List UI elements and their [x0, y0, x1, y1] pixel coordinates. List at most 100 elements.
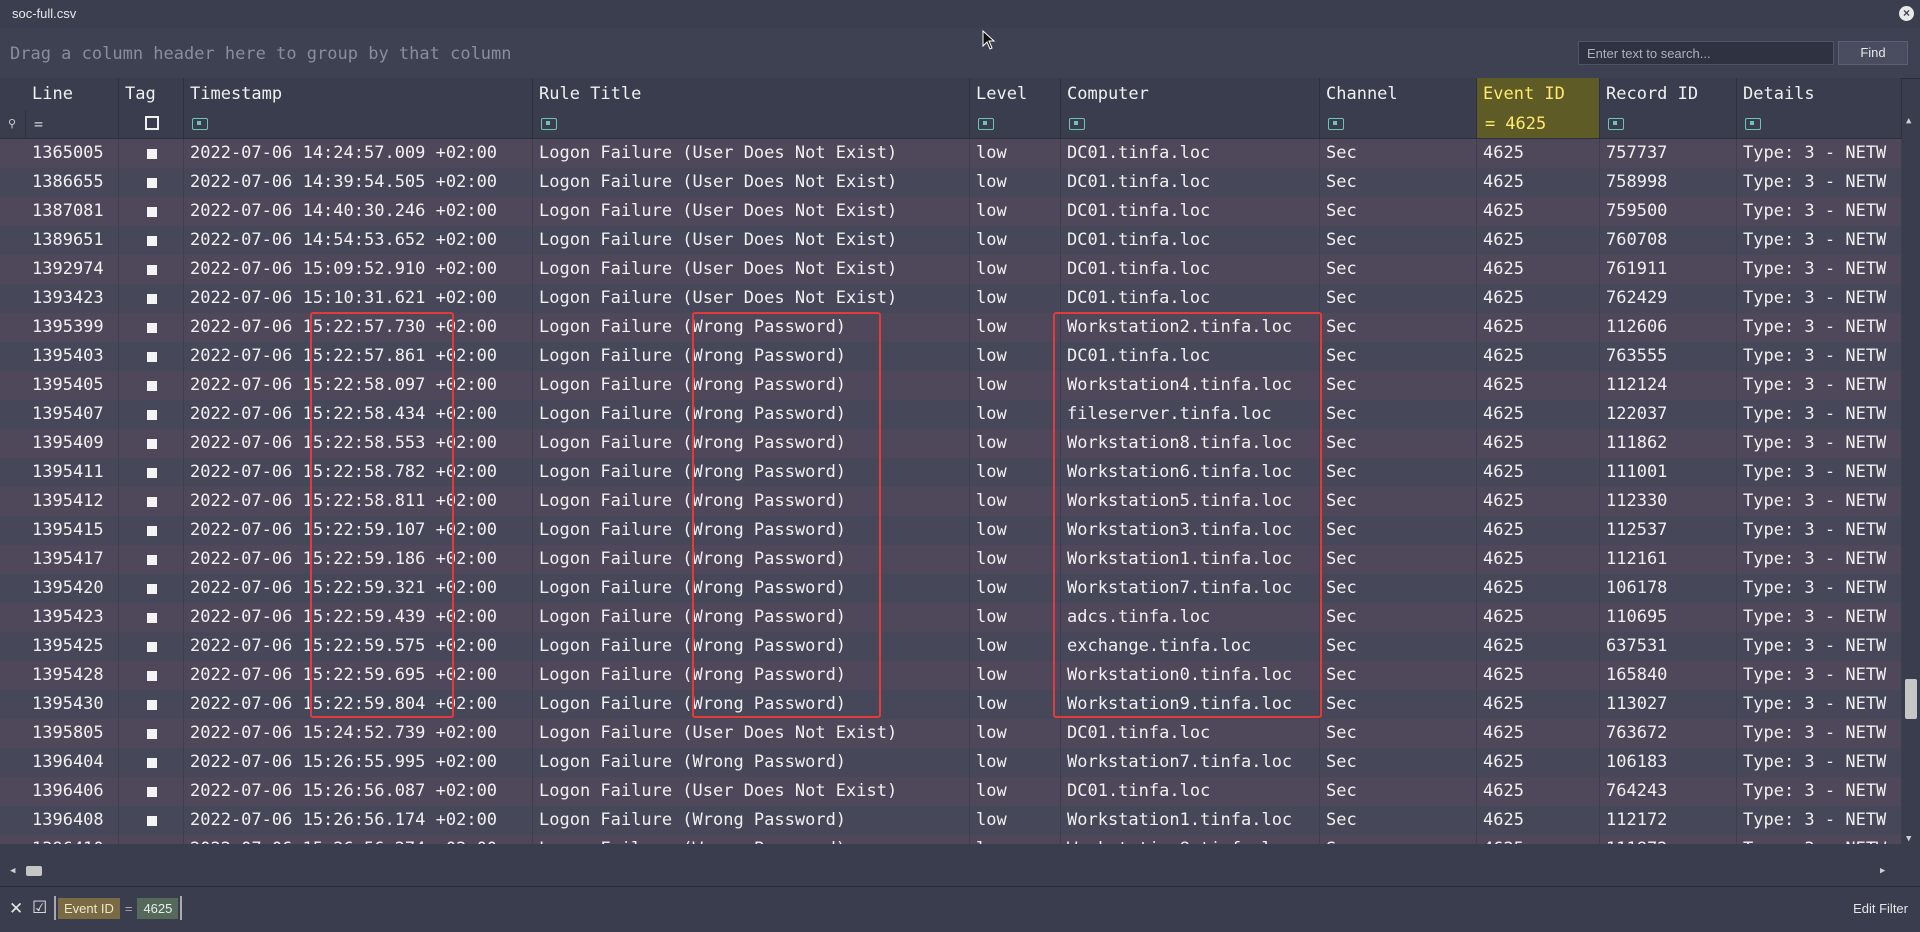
group-by-panel[interactable]: Drag a column header here to group by th… — [0, 28, 1920, 79]
vertical-scrollbar[interactable]: ▲ ▼ — [1902, 108, 1920, 846]
tag-checkbox-icon[interactable] — [147, 729, 157, 739]
filter-cell-event-id[interactable]: = 4625 — [1477, 110, 1600, 138]
row-indicator[interactable] — [0, 835, 26, 844]
row-indicator[interactable] — [0, 545, 26, 574]
search-input[interactable] — [1578, 41, 1834, 65]
filter-cell-rule-title[interactable] — [533, 110, 970, 138]
cell-tag[interactable] — [119, 835, 184, 844]
pin-icon[interactable]: ⚲ — [0, 110, 26, 138]
cell-tag[interactable] — [119, 574, 184, 603]
edit-filter-link[interactable]: Edit Filter — [1853, 901, 1908, 916]
cell-tag[interactable] — [119, 690, 184, 719]
table-row[interactable]: 1395403 2022-07-06 15:22:57.861 +02:00 Log… — [0, 342, 1902, 371]
row-indicator[interactable] — [0, 748, 26, 777]
cell-tag[interactable] — [119, 661, 184, 690]
cell-tag[interactable] — [119, 168, 184, 197]
table-row[interactable]: 1395423 2022-07-06 15:22:59.439 +02:00 Log… — [0, 603, 1902, 632]
filter-cell-record-id[interactable] — [1600, 110, 1737, 138]
cell-tag[interactable] — [119, 487, 184, 516]
row-indicator[interactable] — [0, 690, 26, 719]
cell-tag[interactable] — [119, 226, 184, 255]
filter-cell-computer[interactable] — [1061, 110, 1320, 138]
tag-checkbox-icon[interactable] — [147, 497, 157, 507]
table-row[interactable]: 1395411 2022-07-06 15:22:58.782 +02:00 Log… — [0, 458, 1902, 487]
row-indicator[interactable] — [0, 458, 26, 487]
row-indicator[interactable] — [0, 284, 26, 313]
table-row[interactable]: 1395430 2022-07-06 15:22:59.804 +02:00 Log… — [0, 690, 1902, 719]
row-indicator[interactable] — [0, 168, 26, 197]
table-row[interactable]: 1395428 2022-07-06 15:22:59.695 +02:00 Log… — [0, 661, 1902, 690]
cell-tag[interactable] — [119, 284, 184, 313]
tag-checkbox-icon[interactable] — [147, 584, 157, 594]
find-button[interactable]: Find — [1838, 41, 1908, 65]
tag-checkbox-icon[interactable] — [147, 468, 157, 478]
filter-condition-icon[interactable] — [978, 118, 994, 130]
scroll-up-icon[interactable]: ▲ — [1906, 116, 1911, 126]
row-indicator[interactable] — [0, 487, 26, 516]
table-row[interactable]: 1395415 2022-07-06 15:22:59.107 +02:00 Log… — [0, 516, 1902, 545]
table-row[interactable]: 1395399 2022-07-06 15:22:57.730 +02:00 Log… — [0, 313, 1902, 342]
column-header-tag[interactable]: Tag — [119, 78, 184, 110]
row-indicator[interactable] — [0, 255, 26, 284]
row-indicator[interactable] — [0, 313, 26, 342]
row-indicator[interactable] — [0, 632, 26, 661]
filter-cell-level[interactable] — [970, 110, 1061, 138]
filter-cell-details[interactable] — [1737, 110, 1902, 138]
cell-tag[interactable] — [119, 458, 184, 487]
tag-checkbox-icon[interactable] — [147, 410, 157, 420]
table-row[interactable]: 1396408 2022-07-06 15:26:56.174 +02:00 Log… — [0, 806, 1902, 835]
row-indicator[interactable] — [0, 139, 26, 168]
vertical-scroll-thumb[interactable] — [1905, 679, 1917, 719]
cell-tag[interactable] — [119, 342, 184, 371]
table-row[interactable]: 1395805 2022-07-06 15:24:52.739 +02:00 Log… — [0, 719, 1902, 748]
scroll-left-icon[interactable]: ◀ — [10, 863, 15, 879]
filter-cell-channel[interactable] — [1320, 110, 1477, 138]
column-header-level[interactable]: Level — [970, 78, 1061, 110]
tag-checkbox-icon[interactable] — [147, 381, 157, 391]
tag-checkbox-icon[interactable] — [147, 207, 157, 217]
table-row[interactable]: 1395412 2022-07-06 15:22:58.811 +02:00 Log… — [0, 487, 1902, 516]
tag-checkbox-icon[interactable] — [147, 555, 157, 565]
column-header-computer[interactable]: Computer — [1061, 78, 1320, 110]
tag-checkbox-icon[interactable] — [147, 439, 157, 449]
row-indicator[interactable] — [0, 661, 26, 690]
column-header-line[interactable]: Line — [26, 78, 119, 110]
cell-tag[interactable] — [119, 516, 184, 545]
cell-tag[interactable] — [119, 777, 184, 806]
row-indicator[interactable] — [0, 806, 26, 835]
table-row[interactable]: 1396404 2022-07-06 15:26:55.995 +02:00 Log… — [0, 748, 1902, 777]
row-indicator[interactable] — [0, 197, 26, 226]
row-indicator[interactable] — [0, 574, 26, 603]
cell-tag[interactable] — [119, 400, 184, 429]
tag-checkbox-icon[interactable] — [147, 178, 157, 188]
tag-checkbox-icon[interactable] — [147, 149, 157, 159]
tag-checkbox-icon[interactable] — [147, 758, 157, 768]
row-indicator[interactable] — [0, 516, 26, 545]
table-row[interactable]: 1395407 2022-07-06 15:22:58.434 +02:00 Log… — [0, 400, 1902, 429]
clear-filter-icon[interactable]: ✕ — [9, 899, 23, 919]
scroll-right-icon[interactable]: ▶ — [1880, 863, 1885, 879]
filter-condition-icon[interactable] — [192, 118, 208, 130]
row-indicator[interactable] — [0, 371, 26, 400]
table-row[interactable]: 1387081 2022-07-06 14:40:30.246 +02:00 Log… — [0, 197, 1902, 226]
cell-tag[interactable] — [119, 806, 184, 835]
table-row[interactable]: 1395409 2022-07-06 15:22:58.553 +02:00 Log… — [0, 429, 1902, 458]
tag-checkbox-icon[interactable] — [147, 642, 157, 652]
tag-filter-checkbox-icon[interactable] — [145, 116, 159, 130]
table-row[interactable]: 1396410 2022-07-06 15:26:56.274 +02:00Log… — [0, 835, 1902, 844]
filter-condition-icon[interactable] — [1608, 118, 1624, 130]
filter-condition-icon[interactable] — [1069, 118, 1085, 130]
filter-cell-timestamp[interactable] — [184, 110, 533, 138]
tag-checkbox-icon[interactable] — [147, 613, 157, 623]
column-header-event-id[interactable]: Event ID — [1477, 78, 1600, 110]
table-row[interactable]: 1395405 2022-07-06 15:22:58.097 +02:00 Log… — [0, 371, 1902, 400]
table-row[interactable]: 1386655 2022-07-06 14:39:54.505 +02:00 Log… — [0, 168, 1902, 197]
table-row[interactable]: 1395425 2022-07-06 15:22:59.575 +02:00 Log… — [0, 632, 1902, 661]
tag-checkbox-icon[interactable] — [147, 787, 157, 797]
cell-tag[interactable] — [119, 313, 184, 342]
horizontal-scrollbar[interactable]: ◀ ▶ — [0, 863, 1902, 879]
cell-tag[interactable] — [119, 632, 184, 661]
table-row[interactable]: 1392974 2022-07-06 15:09:52.910 +02:00 Log… — [0, 255, 1902, 284]
column-header-details[interactable]: Details — [1737, 78, 1902, 110]
horizontal-scroll-thumb[interactable] — [26, 866, 42, 876]
